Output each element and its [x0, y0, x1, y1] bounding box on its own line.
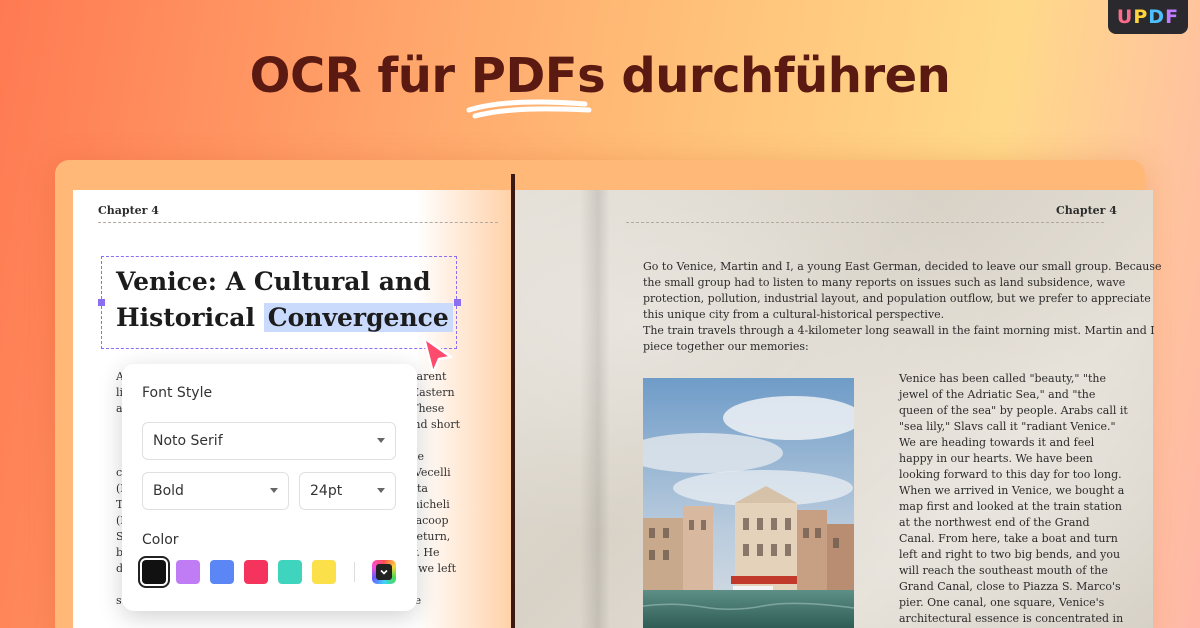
column-line: Canal. From here, take a boat and turn [899, 532, 1118, 545]
chapter-title[interactable]: Venice: A Cultural and Historical Conver… [116, 264, 456, 336]
swatch-red[interactable] [244, 560, 268, 584]
column-line: jewel of the Adriatic Sea," and "the [899, 388, 1096, 401]
color-picker-button[interactable] [372, 560, 396, 584]
mouse-pointer-icon [422, 336, 453, 375]
swatch-separator [354, 562, 355, 582]
chevron-down-icon [377, 438, 385, 443]
column-line: left and right to two big bends, and you [899, 548, 1121, 561]
font-family-select[interactable]: Noto Serif [142, 422, 396, 460]
font-style-panel: Font Style Noto Serif Bold 24pt Color [122, 364, 417, 611]
selected-word[interactable]: Convergence [263, 303, 453, 332]
column-line: Grand Canal, close to Piazza S. Marco's [899, 580, 1121, 593]
chevron-down-icon [376, 564, 392, 580]
left-chapter-label: Chapter 4 [98, 204, 159, 217]
column-line: queen of the sea" by people. Arabs call … [899, 404, 1128, 417]
column-line: at the northwest end of the Grand [899, 516, 1090, 529]
left-header-rule [98, 222, 498, 223]
column-line: Venice has been called "beauty," "the [899, 372, 1106, 385]
chevron-down-icon [270, 488, 278, 493]
swatch-teal[interactable] [278, 560, 302, 584]
right-column-text: Venice has been called "beauty," "the je… [899, 371, 1128, 627]
font-weight-value: Bold [153, 483, 184, 499]
column-line: looking forward to this day for too long… [899, 468, 1122, 481]
column-line: When we arrived in Venice, we bought a [899, 484, 1125, 497]
resize-handle-left[interactable] [98, 299, 105, 306]
font-size-select[interactable]: 24pt [299, 472, 396, 510]
venice-photo [643, 378, 854, 628]
page-fold [580, 190, 610, 628]
intro-line: this unique city from a cultural-histori… [643, 308, 945, 321]
swatch-yellow[interactable] [312, 560, 336, 584]
column-line: happy in our hearts. We have been [899, 452, 1093, 465]
updf-logo: UPDF [1108, 0, 1188, 34]
column-line: will reach the southeast mouth of the [899, 564, 1108, 577]
right-chapter-label: Chapter 4 [1056, 204, 1117, 217]
column-line: map first and looked at the train statio… [899, 500, 1122, 513]
font-family-value: Noto Serif [153, 433, 223, 449]
right-intro-text: Go to Venice, Martin and I, a young East… [643, 259, 1162, 355]
brush-underline-icon [466, 99, 592, 119]
font-size-value: 24pt [310, 483, 343, 499]
swatch-purple[interactable] [176, 560, 200, 584]
intro-line: piece together our memories: [643, 340, 809, 353]
column-line: We are heading towards it and feel [899, 436, 1095, 449]
title-line-1: Venice: A Cultural and [116, 267, 431, 296]
color-label: Color [142, 532, 179, 548]
font-weight-select[interactable]: Bold [142, 472, 289, 510]
chevron-down-icon [377, 488, 385, 493]
headline-highlight: PDFs [466, 48, 606, 119]
column-line: architectural essence is concentrated in [899, 612, 1124, 625]
headline-part2: durchführen [605, 48, 951, 104]
swatch-blue[interactable] [210, 560, 234, 584]
intro-line: Go to Venice, Martin and I, a young East… [643, 260, 1162, 273]
page-headline: OCR für PDFs durchführen [0, 48, 1200, 119]
intro-line: the small group had to listen to many re… [643, 276, 1126, 289]
font-style-label: Font Style [142, 385, 213, 401]
title-line-2: Historical Convergence [116, 300, 456, 336]
right-header-rule [626, 222, 1104, 223]
column-line: "sea lily," Slavs call it "radiant Venic… [899, 420, 1116, 433]
column-line: pier. One canal, one square, Venice's [899, 596, 1105, 609]
intro-line: protection, pollution, industrial layout… [643, 292, 1151, 305]
split-divider [511, 174, 515, 628]
headline-part1: OCR für [249, 48, 471, 104]
swatch-black[interactable] [138, 556, 170, 588]
intro-line: The train travels through a 4-kilometer … [643, 324, 1155, 337]
